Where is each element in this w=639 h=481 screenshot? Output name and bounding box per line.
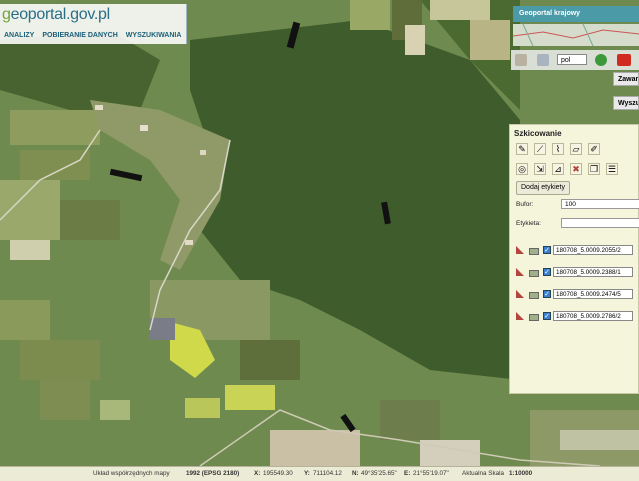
draw-polyline-icon[interactable]: ⌇ — [552, 143, 564, 155]
draw-point-icon[interactable]: ✎ — [516, 143, 528, 155]
buffer-label: Bufor: — [516, 201, 534, 208]
sketch-row[interactable]: ✓ 180708_5.0009.2786/2 — [516, 311, 639, 325]
print-icon[interactable] — [537, 54, 549, 66]
x-label: X: — [254, 470, 261, 477]
row-checkbox[interactable]: ✓ — [543, 312, 551, 320]
row-checkbox[interactable]: ✓ — [543, 290, 551, 298]
e-value: 21°55'19.07" — [413, 470, 449, 477]
right-top-panel: Geoportal krajowy pol Zawar Wyszu — [511, 4, 639, 110]
e-label: E: — [404, 470, 411, 477]
draw-polygon-icon[interactable]: ▱ — [570, 143, 582, 155]
draw-freehand-icon[interactable]: ✐ — [588, 143, 600, 155]
polygon-symbol-icon — [516, 290, 524, 298]
header-panel: geoportal.gov.pl ANALIZY POBIERANIE DANY… — [0, 4, 187, 44]
toolbar: pol — [511, 50, 639, 70]
layer-icon[interactable] — [529, 270, 539, 277]
copy-icon[interactable]: ❐ — [588, 163, 600, 175]
status-bar: Układ współrzędnych mapy 1992 (EPSG 2180… — [0, 466, 639, 481]
parcel-id-field[interactable]: 180708_5.0009.2474/5 — [553, 289, 633, 299]
globe-icon[interactable] — [595, 54, 607, 66]
scale-value: 1:10000 — [509, 470, 533, 477]
coord-system-label: Układ współrzędnych mapy — [93, 470, 170, 477]
polygon-symbol-icon — [516, 246, 524, 254]
layer-icon[interactable] — [529, 248, 539, 255]
polygon-symbol-icon — [516, 268, 524, 276]
add-labels-button[interactable]: Dodaj etykiety — [516, 181, 570, 195]
menu-item-analizy[interactable]: ANALIZY — [0, 32, 38, 39]
youtube-icon[interactable] — [617, 54, 631, 66]
sketch-title: Szkicowanie — [514, 129, 562, 138]
label-label: Etykieta: — [516, 220, 541, 227]
language-select[interactable]: pol — [557, 54, 587, 65]
layer-icon[interactable] — [529, 314, 539, 321]
y-value: 711104.12 — [313, 470, 342, 477]
list-icon[interactable]: ☰ — [606, 163, 618, 175]
parcel-id-field[interactable]: 180708_5.0009.2786/2 — [553, 311, 633, 321]
main-menu: ANALIZY POBIERANIE DANYCH WYSZUKIWANIA — [0, 32, 185, 39]
n-label: N: — [352, 470, 359, 477]
draw-line-icon[interactable]: ⟋ — [534, 143, 546, 155]
coord-system-value: 1992 (EPSG 2180) — [186, 470, 240, 477]
zawartosc-button[interactable]: Zawar — [613, 72, 639, 86]
geoportal-logo[interactable]: geoportal.gov.pl — [2, 6, 110, 24]
wyszukaj-button[interactable]: Wyszu — [613, 96, 639, 110]
polygon-symbol-icon — [516, 312, 524, 320]
sketch-panel: Szkicowanie ✎ ⟋ ⌇ ▱ ✐ ◎ ⇲ ⊿ ✖ ❐ ☰ Dodaj … — [509, 124, 639, 394]
erase-icon[interactable]: ✖ — [570, 163, 582, 175]
buffer-icon[interactable]: ◎ — [516, 163, 528, 175]
parcel-id-field[interactable]: 180708_5.0009.2388/1 — [553, 267, 633, 277]
measure-icon[interactable]: ⊿ — [552, 163, 564, 175]
x-value: 195549.30 — [263, 470, 293, 477]
sketch-row[interactable]: ✓ 180708_5.0009.2474/5 — [516, 289, 639, 303]
label-input[interactable] — [561, 218, 639, 228]
n-value: 49°35'25.65" — [361, 470, 397, 477]
scale-label: Aktualna Skala — [462, 470, 505, 477]
row-checkbox[interactable]: ✓ — [543, 246, 551, 254]
move-icon[interactable]: ⇲ — [534, 163, 546, 175]
buffer-input[interactable]: 100 — [561, 199, 639, 209]
overview-minimap[interactable] — [513, 24, 639, 46]
save-icon[interactable] — [515, 54, 527, 66]
geoportal-krajowy-title[interactable]: Geoportal krajowy — [513, 6, 639, 22]
y-label: Y: — [304, 470, 310, 477]
sketch-row[interactable]: ✓ 180708_5.0009.2055/2 — [516, 245, 639, 259]
sketch-row[interactable]: ✓ 180708_5.0009.2388/1 — [516, 267, 639, 281]
logo-text: eoportal.gov.pl — [10, 6, 111, 23]
menu-item-pobieranie[interactable]: POBIERANIE DANYCH — [38, 32, 121, 39]
row-checkbox[interactable]: ✓ — [543, 268, 551, 276]
layer-icon[interactable] — [529, 292, 539, 299]
parcel-id-field[interactable]: 180708_5.0009.2055/2 — [553, 245, 633, 255]
menu-item-wyszukiwania[interactable]: WYSZUKIWANIA — [122, 32, 186, 39]
